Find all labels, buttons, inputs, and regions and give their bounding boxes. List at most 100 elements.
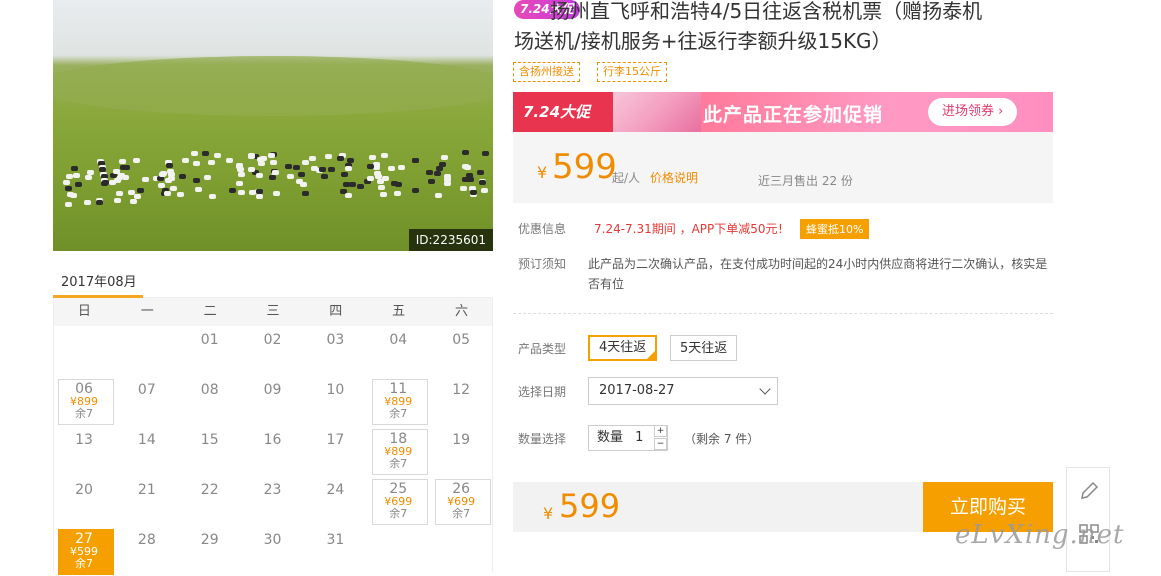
promo-banner-logo-text: 7.24大促	[523, 103, 591, 121]
cattle-dot	[480, 188, 488, 194]
calendar-day-06[interactable]: 06 ¥899 余7	[53, 376, 115, 426]
promo-banner[interactable]: 7.24大促 此产品正在参加促销 进场领券 ›	[513, 92, 1053, 132]
calendar-day-05: 05	[430, 326, 492, 376]
cattle-dot	[345, 166, 353, 172]
cattle-dot	[96, 199, 104, 205]
quantity-decrease-button[interactable]: −	[654, 438, 667, 450]
cattle-dot	[117, 172, 125, 178]
calendar-day-11[interactable]: 11 ¥899 余7	[367, 376, 429, 426]
calendar-day-21: 21	[116, 476, 178, 526]
price-explain-link[interactable]: 价格说明	[650, 169, 698, 186]
calendar-weekday-header: 日 一 二 三 四 五 六	[53, 298, 493, 326]
calendar-day-number: 01	[200, 332, 219, 348]
calendar-right-border	[492, 298, 493, 572]
calendar-day-number: 07	[137, 382, 156, 398]
calendar-day-27[interactable]: 27 ¥599 余7	[53, 526, 115, 576]
cattle-dot	[182, 158, 190, 163]
cattle-dot	[298, 171, 306, 177]
cattle-dot	[70, 166, 78, 172]
cattle-dot	[176, 192, 184, 198]
total-price: 599	[559, 487, 621, 525]
calendar-day-number: 30	[263, 532, 282, 548]
calendar-day-number: 27	[75, 531, 93, 547]
discount-text: 7.24-7.31期间 ，APP下单减50元！	[594, 222, 790, 236]
cattle-dot	[393, 191, 401, 197]
cattle-dot	[64, 185, 72, 191]
cattle-dot	[101, 180, 109, 186]
cattle-dot	[119, 158, 127, 164]
cattle-dot	[469, 190, 477, 196]
calendar-day-12: 12	[430, 376, 492, 426]
cattle-dot	[292, 164, 300, 170]
cattle-dot	[381, 176, 389, 182]
cattle-dot	[319, 167, 327, 173]
cattle-dot	[166, 163, 174, 169]
cattle-dot	[390, 181, 398, 187]
cattle-dot	[425, 169, 433, 175]
watermark: eLvXing.net	[955, 520, 1125, 550]
cattle-dot	[236, 167, 244, 173]
cattle-dot	[84, 200, 92, 206]
calendar-day-number: 03	[326, 332, 345, 348]
type-option-5day[interactable]: 5天往返	[670, 335, 738, 361]
chevron-down-icon	[759, 383, 771, 395]
tag-pickup: 含扬州接送	[513, 62, 580, 82]
quantity-increase-button[interactable]: +	[654, 425, 667, 437]
cattle-dot	[373, 165, 381, 171]
cattle-dot	[167, 172, 175, 178]
calendar-day-22: 22	[179, 476, 241, 526]
cattle-dot	[302, 159, 310, 165]
weekday-thu: 四	[329, 304, 343, 319]
calendar-day-31: 31	[304, 526, 366, 576]
cattle-dot	[159, 171, 167, 177]
quantity-prefix: 数量	[597, 430, 624, 445]
cattle-dot	[347, 157, 355, 163]
calendar-day-25[interactable]: 25 ¥699 余7	[367, 476, 429, 526]
cattle-dot	[286, 173, 294, 179]
calendar-day-18[interactable]: 18 ¥899 余7	[367, 426, 429, 476]
cattle-dot	[203, 175, 211, 181]
date-label: 选择日期	[518, 385, 567, 399]
cattle-dot	[344, 193, 352, 199]
weekday-wed: 三	[266, 304, 280, 319]
cattle-dot	[411, 187, 419, 193]
cattle-dot	[258, 161, 266, 167]
cattle-dot	[435, 192, 443, 198]
cattle-dot	[73, 172, 81, 178]
cattle-dot	[208, 193, 216, 199]
cattle-dot	[255, 193, 263, 199]
cattle-dot	[268, 175, 276, 181]
cattle-dot	[237, 172, 245, 178]
calendar-month-tab[interactable]: 2017年08月	[61, 271, 137, 290]
cattle-dot	[195, 187, 203, 193]
promo-banner-text: 此产品正在参加促销	[703, 104, 884, 126]
calendar-day-number: 19	[452, 432, 471, 448]
pencil-icon[interactable]	[1078, 480, 1100, 502]
calendar-day-number: 22	[200, 482, 219, 498]
cattle-dot	[213, 153, 221, 159]
remaining-stock: （剩余 7 件）	[684, 432, 760, 446]
calendar-day-16: 16	[242, 426, 304, 476]
get-coupon-button[interactable]: 进场领券 ›	[928, 98, 1018, 126]
cattle-dot	[441, 154, 449, 160]
calendar-day-number: 15	[200, 432, 219, 448]
type-option-4day[interactable]: 4天往返	[588, 335, 658, 361]
quantity-value[interactable]: 1	[635, 430, 643, 445]
cattle-dot	[308, 155, 316, 161]
calendar-day-08: 08	[179, 376, 241, 426]
calendar-day-number: 08	[200, 382, 219, 398]
calendar-day-number: 04	[389, 332, 408, 348]
product-photo: ID:2235601	[53, 0, 493, 251]
cattle-dot	[229, 187, 237, 193]
cattle-dot	[226, 158, 234, 164]
cattle-dot	[479, 179, 486, 185]
calendar-day-26[interactable]: 26 ¥699 余7	[430, 476, 492, 526]
cattle-dot	[247, 166, 255, 172]
cattle-dot	[368, 154, 376, 160]
calendar-day-14: 14	[116, 426, 178, 476]
notice-label: 预订须知	[518, 257, 567, 271]
calendar-day-box	[372, 429, 429, 475]
date-select[interactable]: 2017-08-27	[588, 377, 778, 405]
cattle-dot	[269, 160, 277, 166]
cattle-dot	[236, 180, 244, 186]
